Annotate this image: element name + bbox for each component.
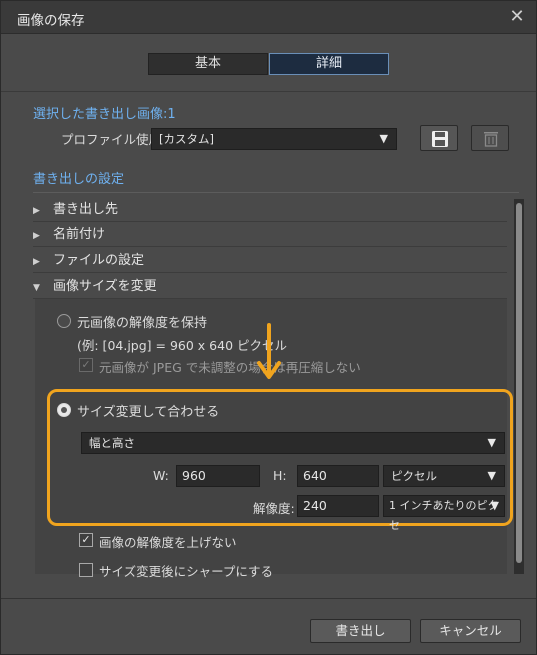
cancel-button[interactable]: キャンセル: [420, 619, 521, 643]
keep-original-label: 元画像の解像度を保持: [77, 316, 208, 331]
no-recompress-label: 元画像が JPEG で未調整の場合は再圧縮しない: [99, 360, 361, 375]
title-bar: 画像の保存 ✕: [1, 1, 536, 34]
down-arrow-icon: [257, 323, 281, 379]
dropdown-arrow-icon: ▼: [487, 436, 496, 449]
fit-mode-dropdown[interactable]: 幅と高さ ▼: [81, 432, 505, 454]
resolution-input[interactable]: 240: [297, 495, 379, 517]
keep-original-radio[interactable]: [57, 314, 71, 328]
sharpen-checkbox[interactable]: [79, 563, 93, 577]
export-settings-heading: 書き出しの設定: [33, 172, 125, 187]
export-button[interactable]: 書き出し: [310, 619, 411, 643]
tab-basic[interactable]: 基本: [148, 53, 268, 75]
unit-dropdown[interactable]: ピクセル ▼: [383, 465, 505, 487]
expanded-triangle-icon: ▼: [33, 283, 40, 293]
footer-divider: [1, 598, 536, 599]
section-export-destination[interactable]: ▶ 書き出し先: [33, 198, 507, 222]
profile-label: プロファイル使用:: [61, 132, 166, 147]
unit-value: ピクセル: [391, 469, 437, 483]
fit-resize-label: サイズ変更して合わせる: [77, 405, 220, 420]
section-label: 書き出し先: [53, 202, 119, 217]
resolution-label: 解像度:: [253, 501, 295, 516]
save-image-dialog: 画像の保存 ✕ 基本 詳細 選択した書き出し画像:1 プロファイル使用: [カス…: [0, 0, 537, 655]
height-input[interactable]: 640: [297, 465, 379, 487]
no-upscale-label: 画像の解像度を上げない: [99, 535, 237, 550]
section-image-resize[interactable]: ▼ 画像サイズを変更: [33, 275, 507, 299]
window-title: 画像の保存: [17, 13, 85, 29]
dropdown-arrow-icon: ▼: [487, 469, 496, 482]
section-label: 名前付け: [53, 227, 106, 242]
collapsed-triangle-icon: ▶: [33, 206, 40, 216]
heading-underline: [33, 192, 519, 193]
delete-profile-button[interactable]: [471, 125, 509, 151]
profile-value: [カスタム]: [159, 132, 214, 146]
scrollbar-thumb[interactable]: [516, 203, 522, 563]
tab-bar: 基本 詳細: [148, 53, 389, 75]
section-label: ファイルの設定: [53, 253, 145, 268]
selected-count-label: 選択した書き出し画像:1: [33, 107, 176, 122]
collapsed-triangle-icon: ▶: [33, 231, 40, 241]
save-profile-button[interactable]: [420, 125, 458, 151]
no-upscale-checkbox[interactable]: ✓: [79, 533, 93, 547]
fit-mode-value: 幅と高さ: [89, 436, 135, 450]
scrollbar[interactable]: [514, 199, 524, 574]
resolution-unit-dropdown[interactable]: 1 インチあたりのピクセ ▼: [383, 495, 505, 532]
profile-dropdown[interactable]: [カスタム] ▼: [151, 128, 397, 150]
width-input[interactable]: 960: [176, 465, 260, 487]
collapsed-triangle-icon: ▶: [33, 257, 40, 267]
divider: [1, 91, 536, 92]
dropdown-arrow-icon: ▼: [490, 499, 499, 512]
section-label: 画像サイズを変更: [53, 279, 157, 294]
height-label: H:: [273, 468, 287, 483]
trash-icon: [484, 132, 498, 147]
floppy-disk-icon: [432, 131, 448, 147]
fit-resize-radio[interactable]: [57, 403, 71, 417]
sharpen-label: サイズ変更後にシャープにする: [99, 564, 274, 579]
section-naming[interactable]: ▶ 名前付け: [33, 223, 507, 247]
section-file-settings[interactable]: ▶ ファイルの設定: [33, 249, 507, 273]
width-label: W:: [153, 468, 169, 483]
dropdown-arrow-icon: ▼: [379, 132, 388, 145]
tab-details[interactable]: 詳細: [269, 53, 389, 75]
no-recompress-checkbox[interactable]: ✓: [79, 358, 93, 372]
close-icon[interactable]: ✕: [504, 4, 530, 30]
